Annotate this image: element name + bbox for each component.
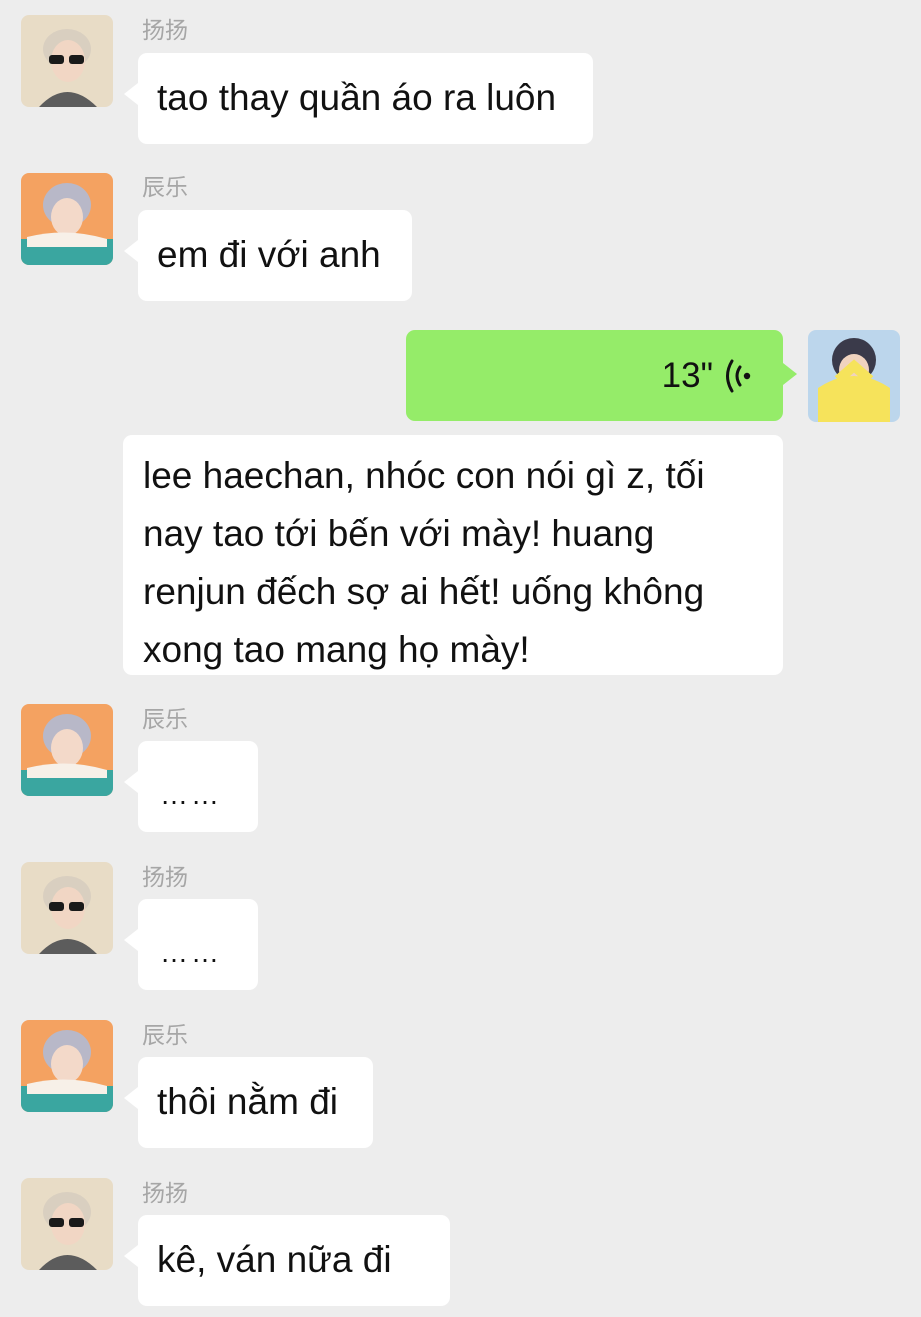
message-text: kê, ván nữa đi xyxy=(157,1239,392,1280)
avatar-chenle[interactable] xyxy=(21,704,113,796)
message-line: lee haechan, nhóc con nói gì z, tối xyxy=(143,455,705,496)
avatar-yangyang[interactable] xyxy=(21,15,113,107)
sender-name: 辰乐 xyxy=(142,707,188,733)
message-line: xong tao mang họ mày! xyxy=(143,629,530,670)
message-bubble[interactable]: em đi với anh xyxy=(124,210,412,301)
message-bubble[interactable]: tao thay quần áo ra luôn xyxy=(124,53,593,144)
message-text: …… xyxy=(160,937,222,968)
avatar-chenle[interactable] xyxy=(21,1020,113,1112)
message-bubble[interactable]: thôi nằm đi xyxy=(124,1057,373,1148)
sender-name: 辰乐 xyxy=(142,175,188,201)
message-bubble[interactable]: …… xyxy=(124,899,258,990)
avatar-chenle[interactable] xyxy=(21,173,113,265)
avatar-yangyang[interactable] xyxy=(21,1178,113,1270)
message-line: renjun đếch sợ ai hết! uống không xyxy=(143,571,705,612)
voice-wave-icon xyxy=(726,359,751,393)
voice-message-bubble[interactable]: 13" xyxy=(406,330,797,421)
message-bubble[interactable]: lee haechan, nhóc con nói gì z, tối nay … xyxy=(123,435,783,675)
sender-name: 扬扬 xyxy=(142,18,188,44)
message-text: em đi với anh xyxy=(157,234,381,275)
sender-name: 扬扬 xyxy=(142,865,188,891)
avatar-yangyang[interactable] xyxy=(21,862,113,954)
message-line: nay tao tới bến với mày! huang xyxy=(143,513,655,554)
sender-name: 扬扬 xyxy=(142,1181,188,1207)
avatar-self[interactable] xyxy=(808,330,900,422)
message-text: tao thay quần áo ra luôn xyxy=(157,77,557,118)
message-bubble[interactable]: kê, ván nữa đi xyxy=(124,1215,450,1306)
message-text: thôi nằm đi xyxy=(157,1081,338,1122)
voice-duration: 13" xyxy=(661,356,713,395)
sender-name: 辰乐 xyxy=(142,1023,188,1049)
message-text: …… xyxy=(160,779,222,810)
message-bubble[interactable]: …… xyxy=(124,741,258,832)
